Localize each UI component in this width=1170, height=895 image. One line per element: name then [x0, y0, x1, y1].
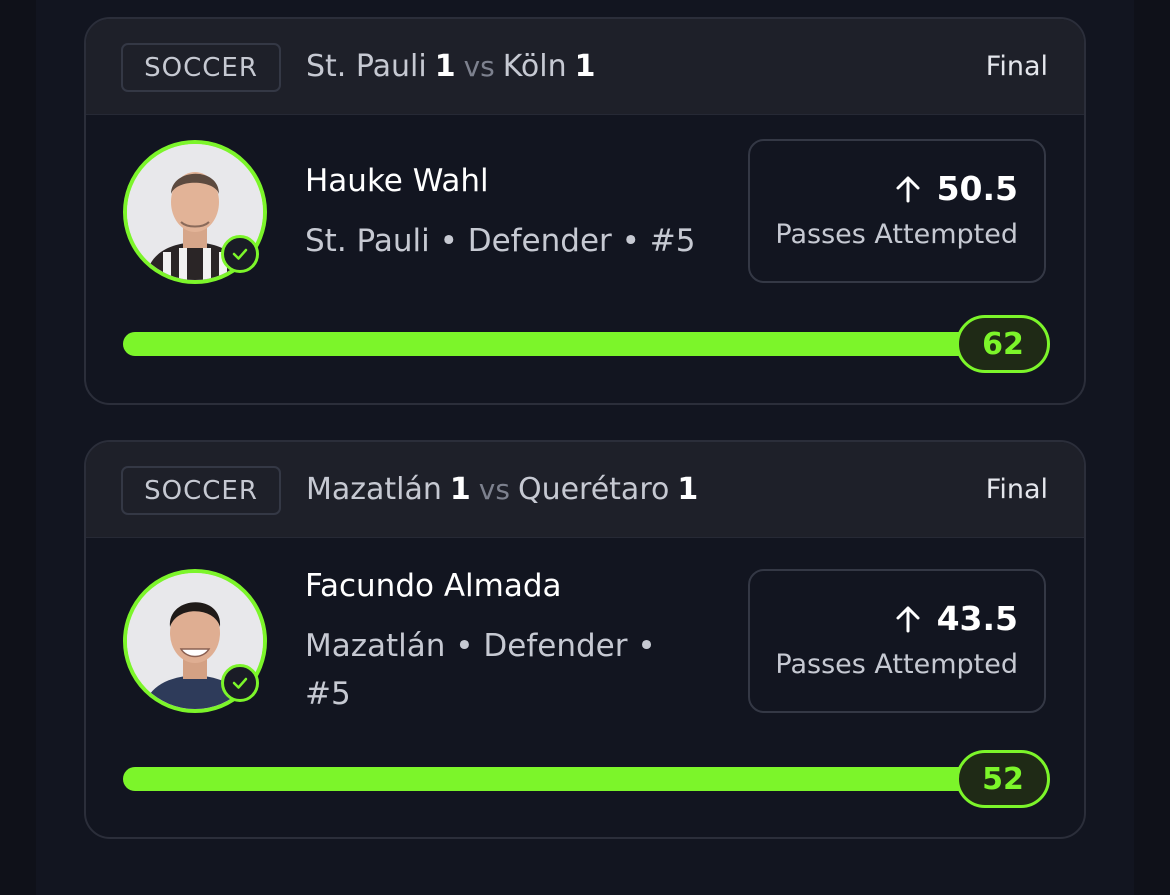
home-team: Mazatlán	[306, 472, 442, 507]
matchup: St. Pauli 1 vs Köln 1	[306, 49, 596, 89]
card-header: SOCCER Mazatlán 1 vs Querétaro 1 Final	[86, 442, 1084, 538]
vs-label: vs	[478, 473, 510, 506]
arrow-up-icon	[896, 176, 920, 202]
game-status: Final	[985, 51, 1048, 82]
card-header: SOCCER St. Pauli 1 vs Köln 1 Final	[86, 19, 1084, 115]
player-name[interactable]: Hauke Wahl	[305, 163, 489, 199]
player-meta: Mazatlán • Defender • #5	[305, 628, 656, 712]
prop-card[interactable]: SOCCER Mazatlán 1 vs Querétaro 1 Final F…	[84, 440, 1086, 839]
matchup: Mazatlán 1 vs Querétaro 1	[306, 472, 698, 512]
player-meta: St. Pauli • Defender • #5	[305, 223, 696, 259]
progress-fill	[123, 332, 995, 356]
projection-value: 50.5	[936, 169, 1018, 208]
away-team: Köln	[502, 49, 567, 84]
result-pill: 52	[956, 750, 1050, 808]
prop-card[interactable]: SOCCER St. Pauli 1 vs Köln 1 Final Hauke	[84, 17, 1086, 405]
home-score: 1	[434, 49, 456, 84]
player-name[interactable]: Facundo Almada	[305, 568, 562, 604]
away-team: Querétaro	[517, 472, 670, 507]
home-team: St. Pauli	[306, 49, 427, 84]
projection-value: 43.5	[936, 599, 1018, 638]
sport-tag: SOCCER	[121, 466, 281, 515]
projection-line: 50.5	[893, 169, 1018, 208]
progress-fill	[123, 767, 995, 791]
check-icon	[232, 677, 248, 689]
progress-track	[123, 332, 995, 356]
projection-box[interactable]: 50.5 Passes Attempted	[748, 139, 1046, 283]
progress-track	[123, 767, 995, 791]
stat-label: Passes Attempted	[775, 219, 1018, 250]
vs-label: vs	[463, 50, 495, 83]
projection-line: 43.5	[893, 599, 1018, 638]
arrow-up-icon	[896, 606, 920, 632]
away-score: 1	[574, 49, 596, 84]
stat-label: Passes Attempted	[775, 649, 1018, 680]
verified-badge	[221, 664, 259, 702]
home-score: 1	[449, 472, 471, 507]
away-score: 1	[677, 472, 699, 507]
check-icon	[232, 248, 248, 260]
verified-badge	[221, 235, 259, 273]
game-status: Final	[985, 474, 1048, 505]
result-pill: 62	[956, 315, 1050, 373]
projection-box[interactable]: 43.5 Passes Attempted	[748, 569, 1046, 713]
sport-tag: SOCCER	[121, 43, 281, 92]
